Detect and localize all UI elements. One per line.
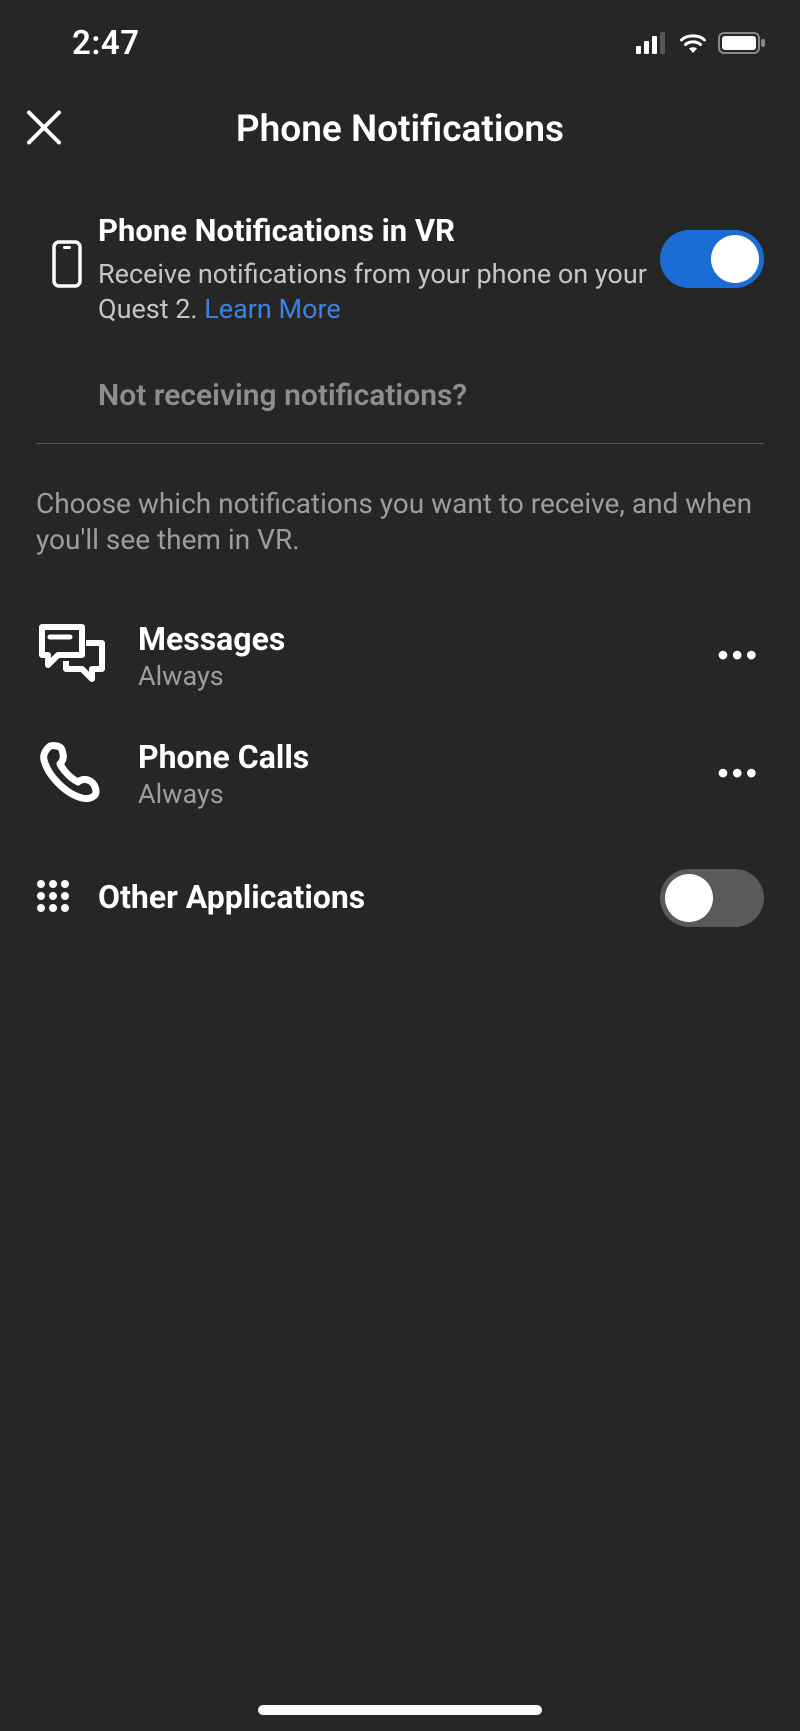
messages-icon xyxy=(36,621,108,691)
battery-icon xyxy=(718,32,766,54)
cellular-signal-icon xyxy=(636,32,668,54)
status-icons xyxy=(636,32,766,54)
other-applications-toggle[interactable] xyxy=(660,869,764,927)
apps-grid-icon xyxy=(36,879,70,917)
notification-subtitle: Always xyxy=(138,660,713,692)
status-time: 2:47 xyxy=(72,24,140,63)
setting-title: Phone Notifications in VR xyxy=(98,212,648,249)
page-title: Phone Notifications xyxy=(236,108,564,151)
close-button[interactable] xyxy=(24,108,64,151)
more-icon: ••• xyxy=(717,637,760,673)
choose-notifications-text: Choose which notifications you want to r… xyxy=(36,444,764,597)
status-bar: 2:47 xyxy=(0,0,800,74)
notification-title: Messages xyxy=(138,620,713,658)
phone-icon xyxy=(52,240,82,292)
phone-notifications-toggle-row: Phone Notifications in VR Receive notifi… xyxy=(36,184,764,344)
notification-row-other-apps: Other Applications xyxy=(36,839,764,957)
notification-subtitle: Always xyxy=(138,778,713,810)
more-icon: ••• xyxy=(717,755,760,791)
notification-row-phone-calls[interactable]: Phone Calls Always ••• xyxy=(36,715,764,833)
home-indicator xyxy=(258,1705,542,1715)
close-icon xyxy=(24,136,64,151)
other-applications-label: Other Applications xyxy=(98,878,660,916)
header: Phone Notifications xyxy=(0,74,800,184)
wifi-icon xyxy=(678,32,708,54)
setting-description: Receive notifications from your phone on… xyxy=(98,257,648,326)
phone-calls-icon xyxy=(36,738,104,810)
messages-more-button[interactable]: ••• xyxy=(713,629,764,682)
not-receiving-help-link[interactable]: Not receiving notifications? xyxy=(36,344,764,443)
phone-notifications-toggle[interactable] xyxy=(660,230,764,288)
notification-row-messages[interactable]: Messages Always ••• xyxy=(36,597,764,715)
phone-calls-more-button[interactable]: ••• xyxy=(713,747,764,800)
learn-more-link[interactable]: Learn More xyxy=(204,293,341,325)
notification-title: Phone Calls xyxy=(138,738,713,776)
